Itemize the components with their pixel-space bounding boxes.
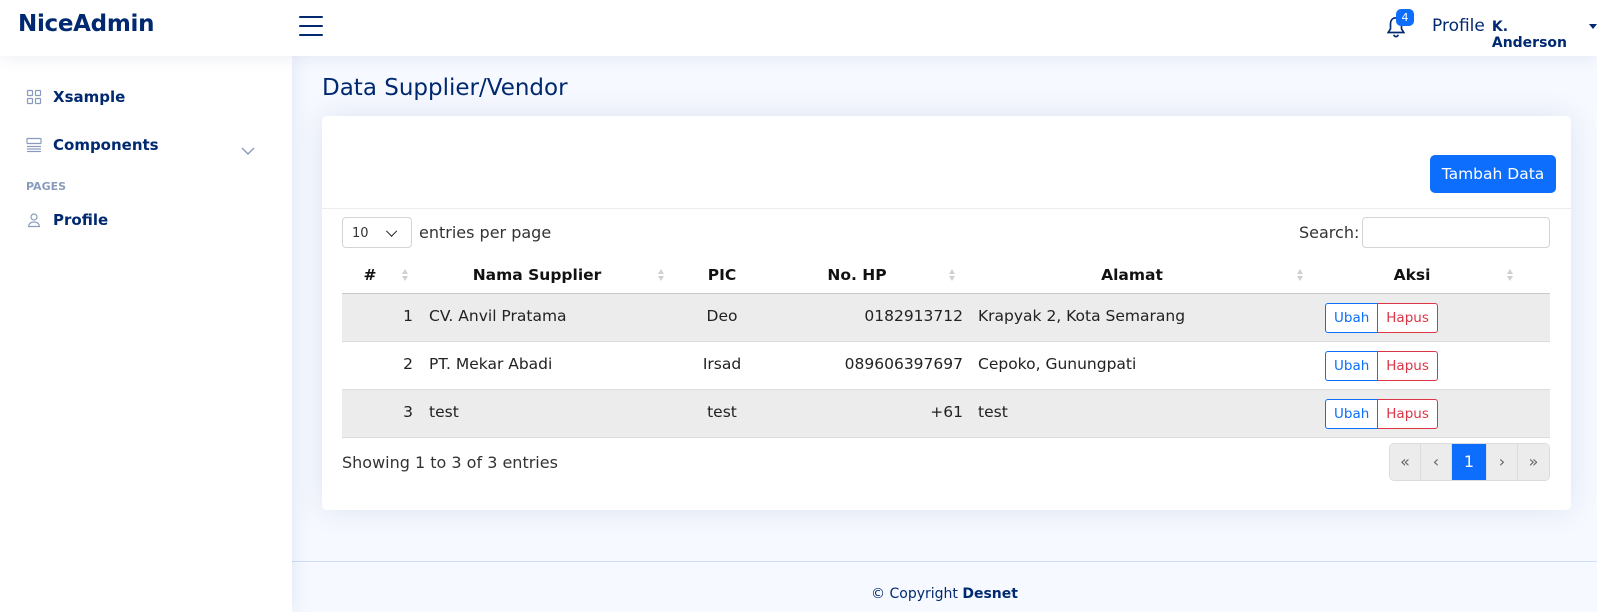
- first-page-button[interactable]: «: [1390, 444, 1421, 480]
- page-1-button[interactable]: 1: [1452, 444, 1487, 480]
- sort-icon[interactable]: [1507, 269, 1514, 283]
- delete-button[interactable]: Hapus: [1377, 303, 1438, 333]
- sidebar-toggle-icon[interactable]: [299, 16, 323, 38]
- caret-down-icon: [1589, 24, 1597, 29]
- cell-no: 2: [403, 355, 413, 373]
- profile-dropdown[interactable]: Profile K. Anderson: [1432, 16, 1597, 51]
- cell-pic: Deo: [706, 307, 738, 325]
- copyright-brand: Desnet: [962, 586, 1018, 602]
- column-header-alamat[interactable]: Alamat: [967, 255, 1297, 294]
- prev-page-button[interactable]: ‹: [1421, 444, 1452, 480]
- table-header: # Nama Supplier PIC No. HP Alamat Aksi: [342, 255, 1550, 294]
- table-info: Showing 1 to 3 of 3 entries: [342, 453, 558, 472]
- table-row: 3 test test +61 test Ubah Hapus: [342, 390, 1550, 438]
- action-buttons: Ubah Hapus: [1325, 303, 1438, 333]
- add-data-button[interactable]: Tambah Data: [1430, 155, 1556, 193]
- column-header-no[interactable]: #: [350, 255, 390, 294]
- supplier-table: # Nama Supplier PIC No. HP Alamat Aksi 1…: [342, 255, 1550, 438]
- search-label: Search:: [1299, 223, 1360, 242]
- search-input[interactable]: [1362, 217, 1550, 248]
- pages-heading: PAGES: [26, 180, 67, 193]
- cell-hp: 089606397697: [844, 355, 963, 373]
- cell-hp: 0182913712: [864, 307, 963, 325]
- sidebar-item-label: Components: [53, 136, 159, 154]
- table-row: 1 CV. Anvil Pratama Deo 0182913712 Krapy…: [342, 294, 1550, 342]
- profile-label: Profile: [1432, 16, 1485, 36]
- sort-icon[interactable]: [402, 269, 409, 283]
- action-buttons: Ubah Hapus: [1325, 399, 1438, 429]
- column-header-pic[interactable]: PIC: [672, 255, 772, 294]
- table-row: 2 PT. Mekar Abadi Irsad 089606397697 Cep…: [342, 342, 1550, 390]
- menu-button-icon: [26, 137, 42, 153]
- chevron-down-icon: [385, 225, 398, 237]
- last-page-button[interactable]: »: [1518, 444, 1549, 480]
- cell-pic: test: [707, 403, 737, 421]
- column-header-no-hp[interactable]: No. HP: [787, 255, 927, 294]
- page-title: Data Supplier/Vendor: [322, 75, 568, 101]
- entries-label: entries per page: [419, 223, 552, 242]
- column-header-nama-supplier[interactable]: Nama Supplier: [422, 255, 652, 294]
- sidebar: Xsample Components PAGES Profile: [0, 56, 292, 612]
- sidebar-item-profile[interactable]: Profile: [26, 211, 108, 229]
- user-name: K. Anderson: [1491, 19, 1567, 51]
- supplier-card: Tambah Data 10 entries per page Search: …: [322, 116, 1571, 510]
- cell-no: 1: [403, 307, 413, 325]
- cell-hp: +61: [930, 403, 963, 421]
- sort-icon[interactable]: [658, 269, 665, 283]
- cell-alamat: Krapyak 2, Kota Semarang: [978, 307, 1186, 325]
- cell-pic: Irsad: [702, 355, 742, 373]
- sidebar-item-components[interactable]: Components: [26, 136, 159, 154]
- entries-select-value: 10: [352, 226, 369, 241]
- cell-alamat: Cepoko, Gunungpati: [978, 355, 1137, 373]
- cell-nama: CV. Anvil Pratama: [429, 307, 567, 325]
- sidebar-item-xsample[interactable]: Xsample: [26, 88, 125, 106]
- top-header: NiceAdmin 4 Profile K. Anderson: [0, 0, 1597, 56]
- grid-icon: [26, 89, 42, 105]
- sidebar-item-label: Xsample: [53, 88, 126, 106]
- pagination: « ‹ 1 › »: [1389, 443, 1550, 481]
- edit-button[interactable]: Ubah: [1325, 351, 1379, 381]
- cell-no: 3: [403, 403, 413, 421]
- action-buttons: Ubah Hapus: [1325, 351, 1438, 381]
- footer: © Copyright Desnet: [292, 561, 1597, 612]
- next-page-button[interactable]: ›: [1487, 444, 1518, 480]
- edit-button[interactable]: Ubah: [1325, 303, 1379, 333]
- logo[interactable]: NiceAdmin: [18, 11, 154, 37]
- divider: [322, 208, 1571, 209]
- column-header-aksi[interactable]: Aksi: [1312, 255, 1512, 294]
- cell-alamat: test: [978, 403, 1008, 421]
- notification-badge: 4: [1396, 9, 1414, 26]
- delete-button[interactable]: Hapus: [1377, 399, 1438, 429]
- sort-icon[interactable]: [949, 269, 956, 283]
- cell-nama: test: [429, 403, 459, 421]
- sort-icon[interactable]: [1297, 269, 1304, 283]
- cell-nama: PT. Mekar Abadi: [429, 355, 553, 373]
- delete-button[interactable]: Hapus: [1377, 351, 1438, 381]
- entries-per-page-select[interactable]: 10: [342, 217, 412, 248]
- person-icon: [26, 212, 42, 228]
- chevron-down-icon[interactable]: [241, 141, 255, 155]
- copyright: © Copyright Desnet: [292, 586, 1597, 602]
- copyright-text: © Copyright: [871, 586, 958, 602]
- edit-button[interactable]: Ubah: [1325, 399, 1379, 429]
- sidebar-item-label: Profile: [53, 211, 109, 229]
